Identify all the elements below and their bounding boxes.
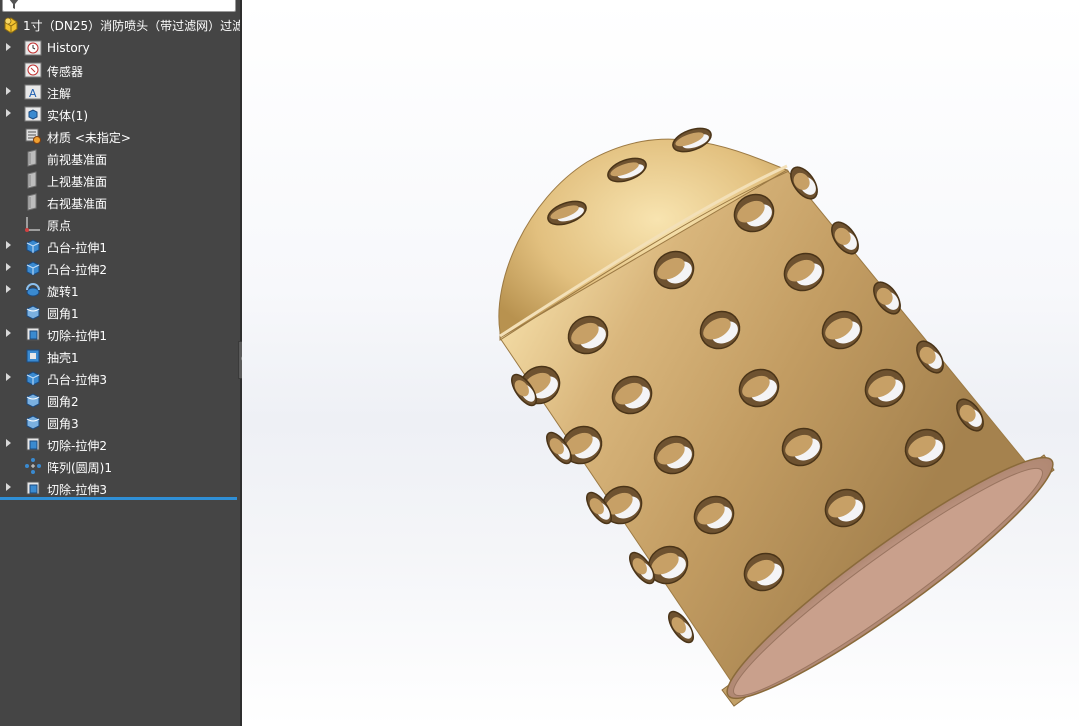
filter-screen-model[interactable] <box>242 0 1079 726</box>
tree-item[interactable]: 旋转1 <box>0 279 240 301</box>
expand-arrow-icon[interactable] <box>6 329 11 337</box>
origin-icon <box>25 217 40 232</box>
tree-item[interactable]: A 注解 <box>0 81 240 103</box>
tree-item[interactable]: 切除-拉伸3 <box>0 477 240 499</box>
tree-item[interactable]: 原点 <box>0 213 240 235</box>
plane-icon <box>27 171 37 189</box>
plane-icon <box>27 193 37 211</box>
tree-item-label: 传感器 <box>47 65 84 79</box>
history-icon <box>24 40 42 56</box>
tree-item-label: 阵列(圆周)1 <box>47 461 112 475</box>
tree-item-label: 圆角3 <box>47 417 79 431</box>
material-icon <box>25 128 41 144</box>
fillet-icon <box>26 305 40 320</box>
tree-item-label: 凸台-拉伸3 <box>47 373 107 387</box>
solid-bodies-icon <box>24 106 42 122</box>
annotation-icon: A <box>24 84 42 100</box>
tree-item-label: 实体(1) <box>47 109 88 123</box>
fillet-icon <box>26 393 40 408</box>
cut-extrude-icon <box>26 327 40 341</box>
shell-icon <box>26 349 40 363</box>
tree-item-label: 凸台-拉伸1 <box>47 241 107 255</box>
plane-icon <box>27 149 37 167</box>
tree-item-label: 旋转1 <box>47 285 79 299</box>
tree-item-label: 注解 <box>47 87 72 101</box>
rollback-bar[interactable] <box>0 497 237 500</box>
filter-icon[interactable] <box>9 0 19 9</box>
tree-item[interactable]: 抽壳1 <box>0 345 240 367</box>
tree-item[interactable]: 凸台-拉伸1 <box>0 235 240 257</box>
boss-extrude-icon <box>26 371 40 386</box>
tree-item[interactable]: 圆角2 <box>0 389 240 411</box>
revolve-icon <box>26 283 40 297</box>
tree-item-label: 上视基准面 <box>47 175 108 189</box>
boss-extrude-icon <box>26 239 40 254</box>
tree-item-label: 圆角2 <box>47 395 79 409</box>
tree-item-label: 右视基准面 <box>47 197 108 211</box>
fillet-icon <box>26 415 40 430</box>
expand-arrow-icon[interactable] <box>6 87 11 95</box>
feature-tree-list: History 传感器 A 注解实体(1) 材质 <未指定> 前视基准面上视基准面右视基准… <box>0 37 240 499</box>
tree-item-label: 切除-拉伸3 <box>47 483 107 497</box>
circular-pattern-icon <box>25 458 41 474</box>
tree-item[interactable]: 切除-拉伸1 <box>0 323 240 345</box>
expand-arrow-icon[interactable] <box>6 263 11 271</box>
tree-item[interactable]: 实体(1) <box>0 103 240 125</box>
tree-item-label: 抽壳1 <box>47 351 79 365</box>
cut-extrude-icon <box>26 437 40 451</box>
tree-item[interactable]: 凸台-拉伸2 <box>0 257 240 279</box>
expand-arrow-icon[interactable] <box>6 109 11 117</box>
boss-extrude-icon <box>26 261 40 276</box>
tree-item[interactable]: 圆角1 <box>0 301 240 323</box>
part-name-label: 1寸（DN25）消防喷头（带过滤网）过滤 <box>23 18 240 33</box>
expand-arrow-icon[interactable] <box>6 439 11 447</box>
graphics-area[interactable] <box>242 0 1079 726</box>
tree-item-label: 切除-拉伸1 <box>47 329 107 343</box>
tree-item-label: 凸台-拉伸2 <box>47 263 107 277</box>
tree-item[interactable]: 上视基准面 <box>0 169 240 191</box>
expand-arrow-icon[interactable] <box>6 483 11 491</box>
expand-arrow-icon[interactable] <box>6 43 11 51</box>
expand-arrow-icon[interactable] <box>6 373 11 381</box>
tree-item[interactable]: 阵列(圆周)1 <box>0 455 240 477</box>
expand-arrow-icon[interactable] <box>6 241 11 249</box>
tree-item-label: 圆角1 <box>47 307 79 321</box>
tree-item[interactable]: 材质 <未指定> <box>0 125 240 147</box>
cut-extrude-icon <box>26 481 40 495</box>
tree-item-label: History <box>47 41 90 55</box>
tree-item[interactable]: 凸台-拉伸3 <box>0 367 240 389</box>
tree-item[interactable]: 切除-拉伸2 <box>0 433 240 455</box>
tree-item-label: 材质 <未指定> <box>47 131 131 145</box>
tree-item[interactable]: 传感器 <box>0 59 240 81</box>
part-icon <box>4 17 18 34</box>
svg-text:A: A <box>29 87 37 100</box>
tree-item[interactable]: 圆角3 <box>0 411 240 433</box>
expand-arrow-icon[interactable] <box>6 285 11 293</box>
tree-item-label: 原点 <box>47 219 72 233</box>
part-root-node[interactable]: 1寸（DN25）消防喷头（带过滤网）过滤 <box>0 15 240 35</box>
tree-item-label: 前视基准面 <box>47 153 108 167</box>
tree-item[interactable]: History <box>0 37 240 59</box>
tree-item[interactable]: 前视基准面 <box>0 147 240 169</box>
tree-filter-input[interactable] <box>2 0 236 12</box>
tree-item-label: 切除-拉伸2 <box>47 439 107 453</box>
model-geometry <box>498 127 1055 707</box>
tree-item[interactable]: 右视基准面 <box>0 191 240 213</box>
sensor-icon <box>24 62 42 78</box>
feature-tree-panel: 1寸（DN25）消防喷头（带过滤网）过滤 History 传感器 A 注解实体(1) 材… <box>0 0 240 726</box>
